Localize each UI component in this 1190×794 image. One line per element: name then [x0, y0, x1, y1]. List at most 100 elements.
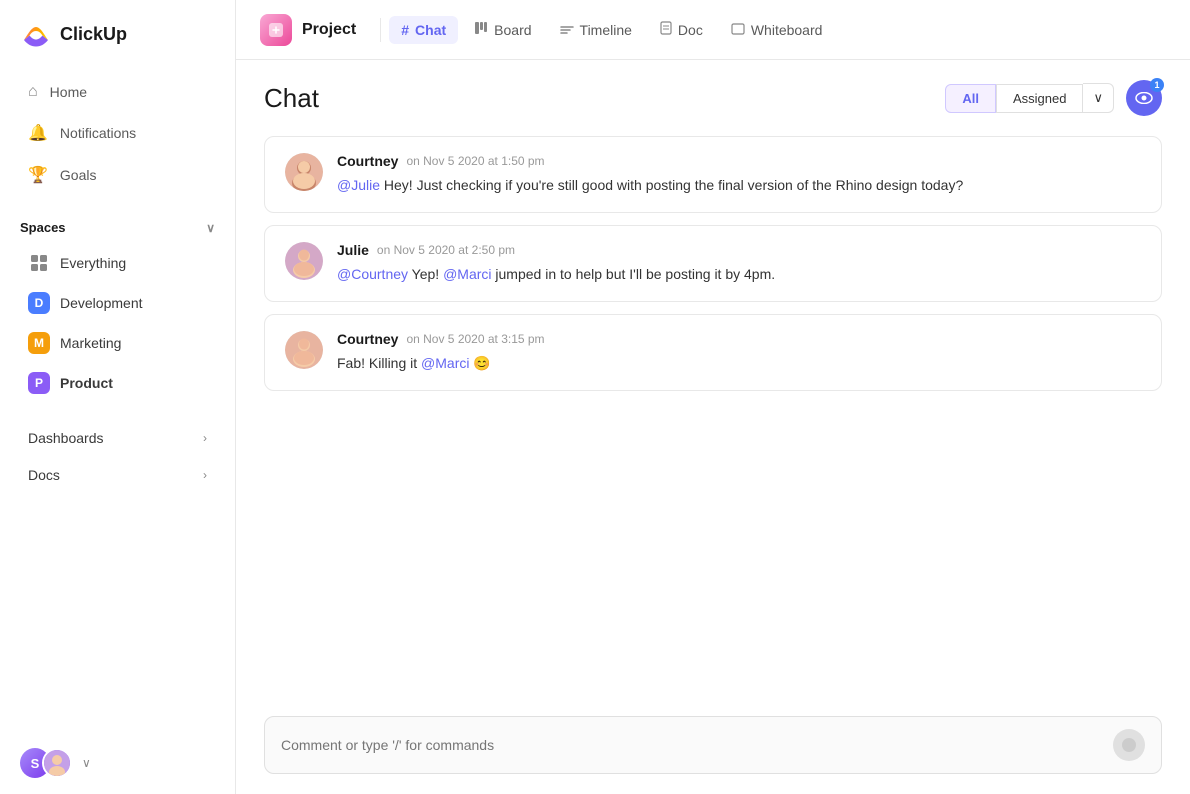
sidebar-item-label: Development [60, 295, 143, 311]
user-avatars[interactable]: S [20, 748, 72, 778]
chevron-right-icon: › [203, 468, 207, 482]
message-body: @Julie Hey! Just checking if you're stil… [337, 175, 1141, 196]
message-time: on Nov 5 2020 at 2:50 pm [377, 243, 515, 257]
timeline-icon [560, 22, 574, 38]
watchers-button[interactable]: 1 [1126, 80, 1162, 116]
sidebar: ClickUp ⌂ Home 🔔 Notifications 🏆 Goals S… [0, 0, 236, 794]
doc-icon [660, 21, 672, 38]
logo-text: ClickUp [60, 24, 127, 45]
message-body: Fab! Killing it @Marci 😊 [337, 353, 1141, 374]
sidebar-item-label: Dashboards [28, 430, 104, 446]
spaces-section-header: Spaces ∨ [0, 208, 235, 243]
sidebar-navigation: ⌂ Home 🔔 Notifications 🏆 Goals [0, 68, 235, 200]
message-body: @Courtney Yep! @Marci jumped in to help … [337, 264, 1141, 285]
message-header: Courtney on Nov 5 2020 at 1:50 pm [337, 153, 1141, 169]
sidebar-item-home[interactable]: ⌂ Home [8, 73, 227, 111]
mention[interactable]: @Courtney [337, 266, 408, 282]
avatar [285, 153, 323, 191]
board-icon [474, 21, 488, 38]
message-author: Courtney [337, 331, 398, 347]
watchers-badge: 1 [1150, 78, 1164, 92]
user-avatar-2 [42, 748, 72, 778]
message-author: Julie [337, 242, 369, 258]
sidebar-item-marketing[interactable]: M Marketing [8, 324, 227, 362]
bell-icon: 🔔 [28, 123, 48, 143]
message-time: on Nov 5 2020 at 3:15 pm [406, 332, 544, 346]
sidebar-item-label: Home [50, 84, 87, 100]
sidebar-item-label: Docs [28, 467, 60, 483]
message-card: Julie on Nov 5 2020 at 2:50 pm @Courtney… [264, 225, 1162, 302]
filter-assigned-button[interactable]: Assigned [996, 84, 1083, 113]
mention-2[interactable]: @Marci [443, 266, 491, 282]
filter-dropdown-button[interactable]: ∨ [1083, 83, 1114, 113]
tab-label: Timeline [580, 22, 632, 38]
message-author: Courtney [337, 153, 398, 169]
tab-doc[interactable]: Doc [648, 15, 715, 44]
avatar [285, 242, 323, 280]
comment-area [236, 704, 1190, 794]
mention[interactable]: @Marci [421, 355, 469, 371]
messages-list: Courtney on Nov 5 2020 at 1:50 pm @Julie… [236, 128, 1190, 704]
comment-input-wrap [264, 716, 1162, 774]
sidebar-item-development[interactable]: D Development [8, 284, 227, 322]
sidebar-item-label: Goals [60, 167, 97, 183]
message-content: Courtney on Nov 5 2020 at 1:50 pm @Julie… [337, 153, 1141, 196]
chat-area: Chat All Assigned ∨ 1 [236, 60, 1190, 794]
chat-filters: All Assigned ∨ [945, 83, 1114, 113]
sidebar-item-notifications[interactable]: 🔔 Notifications [8, 113, 227, 153]
whiteboard-icon [731, 22, 745, 38]
space-badge-d: D [28, 292, 50, 314]
chat-header: Chat All Assigned ∨ 1 [236, 60, 1190, 128]
filter-assigned-label: Assigned [1013, 91, 1066, 106]
sidebar-item-goals[interactable]: 🏆 Goals [8, 155, 227, 195]
sidebar-item-everything[interactable]: Everything [8, 244, 227, 282]
send-button[interactable] [1113, 729, 1145, 761]
sidebar-item-label: Everything [60, 255, 126, 271]
project-icon [260, 14, 292, 46]
message-time: on Nov 5 2020 at 1:50 pm [406, 154, 544, 168]
tab-label: Chat [415, 22, 446, 38]
space-badge-m: M [28, 332, 50, 354]
sidebar-item-label: Product [60, 375, 113, 391]
tab-divider [380, 18, 381, 42]
tab-chat[interactable]: # Chat [389, 16, 458, 44]
spaces-label: Spaces [20, 220, 66, 235]
tab-board[interactable]: Board [462, 15, 543, 44]
project-title: Project [302, 21, 356, 39]
sidebar-item-label: Marketing [60, 335, 121, 351]
sidebar-item-docs[interactable]: Docs › [8, 457, 227, 493]
space-badge-p: P [28, 372, 50, 394]
message-content: Julie on Nov 5 2020 at 2:50 pm @Courtney… [337, 242, 1141, 285]
spaces-chevron-icon[interactable]: ∨ [206, 221, 215, 235]
filter-all-button[interactable]: All [945, 84, 996, 113]
comment-input[interactable] [281, 737, 1113, 753]
message-header: Julie on Nov 5 2020 at 2:50 pm [337, 242, 1141, 258]
clickup-logo-icon [20, 18, 52, 50]
message-text-1: Yep! [408, 266, 443, 282]
main-content: Project # Chat Board Timeline Doc [236, 0, 1190, 794]
home-icon: ⌂ [28, 83, 38, 101]
mention[interactable]: @Julie [337, 177, 380, 193]
message-card: Courtney on Nov 5 2020 at 3:15 pm Fab! K… [264, 314, 1162, 391]
tab-timeline[interactable]: Timeline [548, 16, 644, 44]
sidebar-item-product[interactable]: P Product [8, 364, 227, 402]
tab-whiteboard[interactable]: Whiteboard [719, 16, 835, 44]
logo-area: ClickUp [0, 0, 235, 68]
message-card: Courtney on Nov 5 2020 at 1:50 pm @Julie… [264, 136, 1162, 213]
sidebar-item-label: Notifications [60, 125, 136, 141]
chat-title: Chat [264, 83, 319, 114]
grid-icon [28, 252, 50, 274]
hash-icon: # [401, 22, 409, 38]
message-text-2: jumped in to help but I'll be posting it… [492, 266, 776, 282]
tab-label: Doc [678, 22, 703, 38]
footer-chevron-icon[interactable]: ∨ [82, 756, 91, 770]
trophy-icon: 🏆 [28, 165, 48, 185]
avatar [285, 331, 323, 369]
tab-label: Whiteboard [751, 22, 823, 38]
sidebar-item-dashboards[interactable]: Dashboards › [8, 420, 227, 456]
topbar: Project # Chat Board Timeline Doc [236, 0, 1190, 60]
chevron-right-icon: › [203, 431, 207, 445]
message-text: Hey! Just checking if you're still good … [380, 177, 963, 193]
tab-label: Board [494, 22, 531, 38]
message-header: Courtney on Nov 5 2020 at 3:15 pm [337, 331, 1141, 347]
